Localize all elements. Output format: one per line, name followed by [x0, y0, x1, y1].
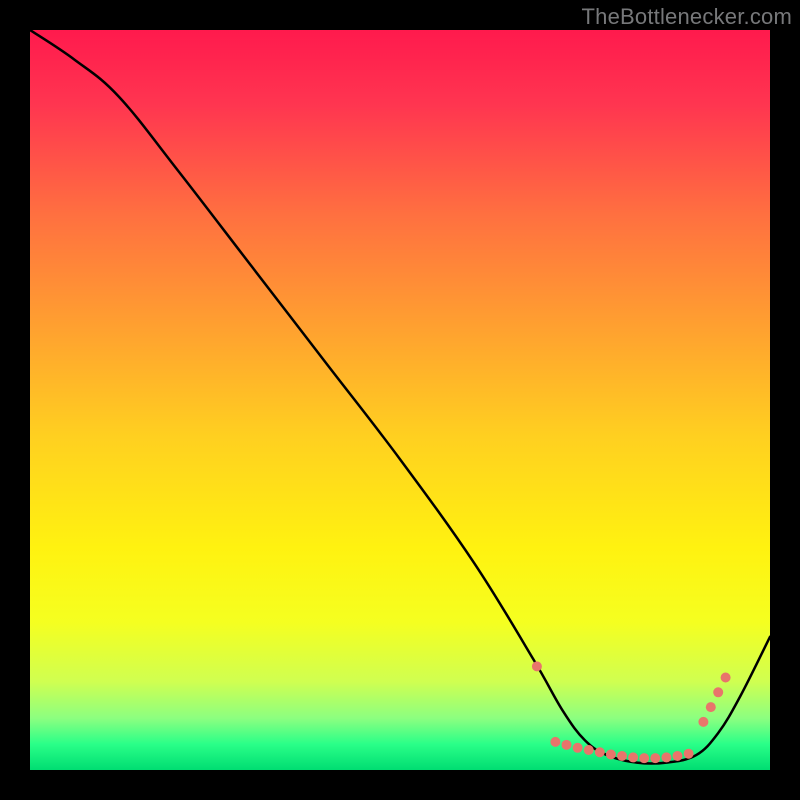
- watermark-text: TheBottlenecker.com: [582, 4, 792, 30]
- marker-dot: [673, 751, 683, 761]
- marker-dot: [713, 687, 723, 697]
- chart-svg: [30, 30, 770, 770]
- marker-dot: [606, 749, 616, 759]
- marker-dot: [550, 737, 560, 747]
- marker-dot: [721, 673, 731, 683]
- chart-container: TheBottlenecker.com: [0, 0, 800, 800]
- marker-dot: [595, 747, 605, 757]
- marker-dot: [661, 752, 671, 762]
- marker-dot: [617, 751, 627, 761]
- marker-dot: [573, 743, 583, 753]
- marker-dot: [584, 745, 594, 755]
- marker-dot: [698, 717, 708, 727]
- marker-dot: [706, 702, 716, 712]
- marker-dot: [532, 661, 542, 671]
- marker-dot: [562, 740, 572, 750]
- gradient-background: [30, 30, 770, 770]
- marker-dot: [639, 753, 649, 763]
- marker-dot: [628, 752, 638, 762]
- plot-area: [30, 30, 770, 770]
- marker-dot: [684, 749, 694, 759]
- marker-dot: [650, 753, 660, 763]
